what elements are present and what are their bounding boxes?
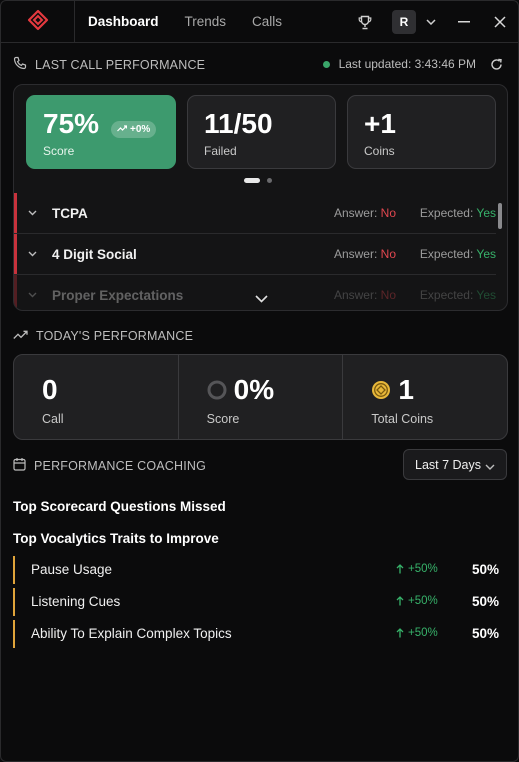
fail-indicator xyxy=(14,234,17,274)
question-row[interactable]: TCPA Answer: No Expected: Yes xyxy=(14,193,496,234)
period-select[interactable]: Last 7 Days xyxy=(403,449,507,480)
score-ring-icon xyxy=(207,380,227,400)
nav-calls[interactable]: Calls xyxy=(252,14,282,29)
question-answer: Answer: No xyxy=(333,288,396,302)
coins-label: Coins xyxy=(364,144,395,158)
refresh-icon[interactable] xyxy=(490,58,503,71)
section-title: PERFORMANCE COACHING xyxy=(34,458,207,473)
trait-value: 50% xyxy=(471,625,499,641)
chevron-down-icon xyxy=(485,459,495,473)
logo-cell[interactable] xyxy=(1,1,75,43)
today-panel: 0 Call 0% Score 1 Total Coins xyxy=(13,354,508,440)
carousel-dots xyxy=(244,178,272,183)
question-expected: Expected: Yes xyxy=(419,247,496,261)
scrollbar-thumb[interactable] xyxy=(498,203,502,229)
trending-up-icon xyxy=(117,124,128,135)
app-window: Dashboard Trends Calls R LAST CALL PERFO… xyxy=(0,0,519,762)
chevron-down-icon[interactable] xyxy=(28,251,38,257)
avatar-button[interactable]: R xyxy=(392,10,416,34)
trait-change: +50% xyxy=(396,627,438,639)
last-updated: Last updated: 3:43:46 PM xyxy=(322,57,503,71)
trait-row[interactable]: Pause Usage +50% 50% xyxy=(13,556,503,584)
trait-value: 50% xyxy=(471,561,499,577)
arrow-up-icon xyxy=(396,628,404,638)
trait-indicator xyxy=(13,588,15,616)
coin-icon xyxy=(371,380,391,400)
last-updated-text: Last updated: 3:43:46 PM xyxy=(338,57,476,71)
trait-name: Listening Cues xyxy=(31,593,121,609)
today-call-value: 0 xyxy=(42,374,58,405)
nav-dashboard[interactable]: Dashboard xyxy=(88,14,159,29)
arrow-up-icon xyxy=(396,596,404,606)
trait-change: +50% xyxy=(396,595,438,607)
missed-questions-heading: Top Scorecard Questions Missed xyxy=(13,499,226,514)
trait-name: Ability To Explain Complex Topics xyxy=(31,625,232,641)
today-header: TODAY'S PERFORMANCE xyxy=(13,329,193,343)
failed-value: 11/50 xyxy=(204,108,273,139)
status-dot xyxy=(322,60,330,68)
top-bar: Dashboard Trends Calls R xyxy=(1,1,518,43)
today-coins-value: 1 xyxy=(398,374,414,405)
today-score-label: Score xyxy=(206,412,240,426)
last-call-header: LAST CALL PERFORMANCE xyxy=(13,56,205,73)
trait-change: +50% xyxy=(396,563,438,575)
question-answer: Answer: No xyxy=(333,247,396,261)
carousel-dot-1[interactable] xyxy=(244,178,260,183)
today-coins-row: 1 xyxy=(371,375,507,405)
arrow-up-icon xyxy=(396,564,404,574)
last-call-panel: 75% Score +0% 11/50 Failed +1 Coins TCPA… xyxy=(13,84,508,311)
trait-name: Pause Usage xyxy=(31,561,113,577)
question-expected: Expected: Yes xyxy=(419,288,496,302)
question-row[interactable]: 4 Digit Social Answer: No Expected: Yes xyxy=(14,234,496,275)
today-score-cell: 0% Score xyxy=(177,355,343,439)
today-coins-cell: 1 Total Coins xyxy=(342,355,507,439)
trophy-icon[interactable] xyxy=(358,15,372,30)
failed-card[interactable]: 11/50 Failed xyxy=(187,95,336,169)
score-label: Score xyxy=(43,144,75,158)
close-icon[interactable] xyxy=(494,16,506,28)
today-score-row: 0% xyxy=(207,375,343,405)
nav-trends[interactable]: Trends xyxy=(185,14,227,29)
chevron-down-icon[interactable] xyxy=(28,210,38,216)
question-answer: Answer: No xyxy=(333,206,396,220)
fail-indicator xyxy=(14,193,17,233)
trait-indicator xyxy=(13,620,15,648)
today-call-cell: 0 Call xyxy=(14,355,178,439)
expand-chevron-icon[interactable] xyxy=(255,291,268,306)
question-name: Proper Expectations xyxy=(52,287,184,303)
question-expected: Expected: Yes xyxy=(419,206,496,220)
today-coins-label: Total Coins xyxy=(371,412,434,426)
question-name: TCPA xyxy=(52,205,88,221)
coins-value: +1 xyxy=(364,108,396,139)
coaching-header: PERFORMANCE COACHING xyxy=(13,457,206,474)
trending-up-icon xyxy=(13,329,28,343)
phone-icon xyxy=(13,56,27,73)
coins-card[interactable]: +1 Coins xyxy=(347,95,496,169)
trait-row[interactable]: Listening Cues +50% 50% xyxy=(13,588,503,616)
main-nav: Dashboard Trends Calls xyxy=(88,14,308,29)
calendar-icon xyxy=(13,457,26,474)
trait-row[interactable]: Ability To Explain Complex Topics +50% 5… xyxy=(13,620,503,648)
trait-value: 50% xyxy=(471,593,499,609)
question-name: 4 Digit Social xyxy=(52,246,137,262)
carousel-dot-2[interactable] xyxy=(267,178,272,183)
period-select-value: Last 7 Days xyxy=(415,457,482,472)
traits-heading: Top Vocalytics Traits to Improve xyxy=(13,531,219,546)
section-title: TODAY'S PERFORMANCE xyxy=(36,329,194,343)
brand-logo-icon xyxy=(27,9,49,34)
score-trend-badge: +0% xyxy=(111,121,157,138)
section-title: LAST CALL PERFORMANCE xyxy=(35,57,206,72)
score-trend-value: +0% xyxy=(130,124,151,135)
failed-label: Failed xyxy=(204,144,237,158)
score-card[interactable]: 75% Score +0% xyxy=(26,95,176,169)
trait-indicator xyxy=(13,556,15,584)
today-call-label: Call xyxy=(42,412,64,426)
chevron-down-icon[interactable] xyxy=(28,292,38,298)
minimize-icon[interactable] xyxy=(458,21,470,23)
fail-indicator xyxy=(14,275,17,310)
chevron-down-icon[interactable] xyxy=(426,19,436,25)
today-score-value: 0% xyxy=(233,374,275,405)
window-controls: R xyxy=(358,1,518,43)
